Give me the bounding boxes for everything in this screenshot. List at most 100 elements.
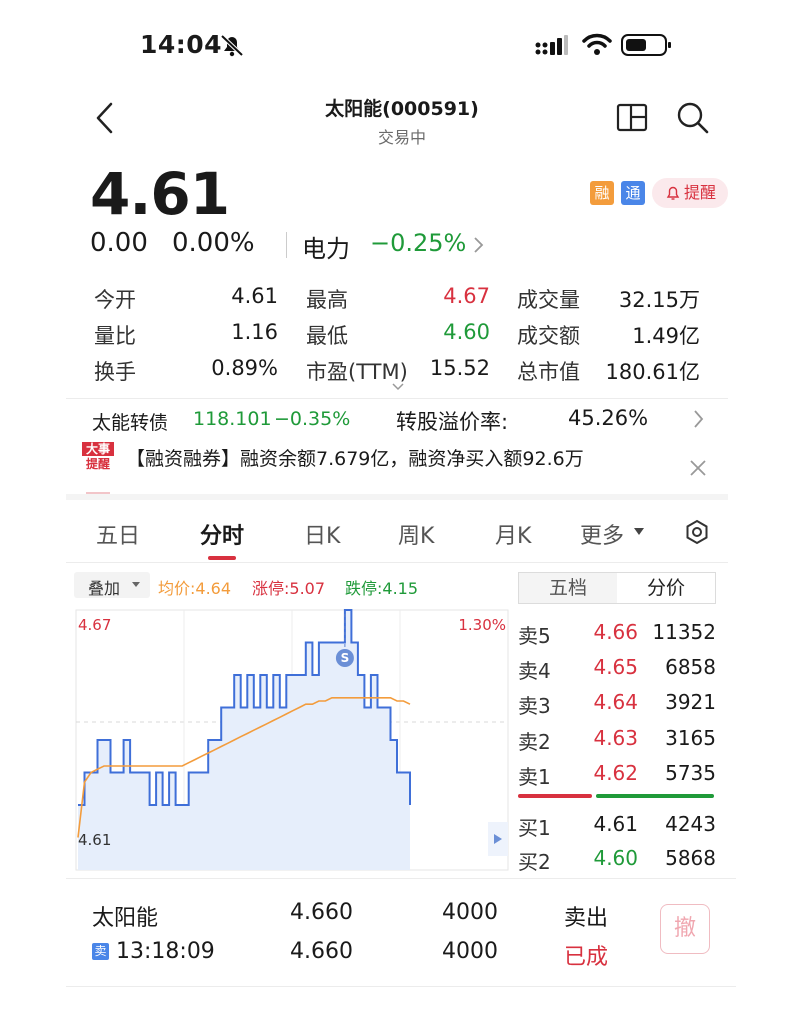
news-text: 【融资融券】融资余额7.679亿，融资净买入额92.6万	[126, 448, 584, 470]
stat-label-market-cap: 总市值	[517, 360, 580, 384]
bond-name: 太能转债	[92, 412, 169, 434]
y-label-high: 4.67	[78, 616, 111, 634]
ask-label: 卖1	[518, 765, 551, 789]
stat-value-market-cap: 180.61亿	[605, 360, 700, 384]
divider	[66, 398, 728, 399]
stat-value-low: 4.60	[443, 320, 490, 344]
signal-icon	[535, 35, 568, 55]
order-fill-qty: 4000	[442, 939, 498, 964]
stat-value-turnover-rate: 0.89%	[211, 356, 278, 380]
connect-badge: 通	[621, 181, 645, 205]
ask-label: 卖5	[518, 624, 551, 648]
remind-label: 提醒	[684, 183, 717, 202]
ask-label: 卖3	[518, 694, 551, 718]
side-tab-five-level[interactable]: 五档	[519, 573, 617, 603]
bell-icon	[666, 186, 680, 200]
ask-price: 4.65	[593, 655, 638, 679]
ask-pressure-bar	[518, 794, 592, 798]
battery-icon	[621, 34, 671, 56]
cancel-order-button[interactable]: 撤	[660, 904, 710, 954]
ask-volume: 3165	[665, 726, 716, 750]
news-tag: 大事 提醒	[82, 442, 116, 472]
ask-volume: 11352	[652, 620, 716, 644]
sector-name[interactable]: 电力	[302, 229, 350, 264]
stat-label-open: 今开	[94, 288, 136, 312]
chevron-right-icon[interactable]	[472, 236, 486, 254]
bond-premium-label: 转股溢价率:	[396, 410, 509, 434]
stat-label-low: 最低	[306, 324, 348, 348]
sector-change[interactable]: −0.25%	[370, 229, 466, 257]
divider	[66, 562, 728, 563]
stat-label-vol-ratio: 量比	[94, 324, 136, 348]
stat-label-high: 最高	[306, 288, 348, 312]
limit-down-label: 跌停:4.15	[345, 579, 419, 598]
ask-label: 卖4	[518, 659, 551, 683]
current-price: 4.61	[90, 160, 230, 228]
margin-badge: 融	[590, 181, 614, 205]
bid-pressure-bar	[596, 794, 714, 798]
stat-value-vol-ratio: 1.16	[231, 320, 278, 344]
chevron-right-icon[interactable]	[692, 409, 706, 429]
ask-volume: 3921	[665, 690, 716, 714]
tab-weekly-k[interactable]: 周K	[398, 518, 434, 550]
bid-volume: 4243	[665, 812, 716, 836]
ask-price: 4.66	[593, 620, 638, 644]
tab-intraday[interactable]: 分时	[200, 518, 244, 550]
y-label-current: 4.61	[78, 831, 111, 849]
stat-value-high: 4.67	[443, 284, 490, 308]
divider	[286, 232, 287, 258]
tab-five-day[interactable]: 五日	[96, 518, 140, 550]
news-tag-top: 大事	[82, 442, 114, 456]
tab-daily-k[interactable]: 日K	[304, 518, 340, 550]
tab-more[interactable]: 更多	[580, 518, 624, 550]
overlay-label: 叠加	[88, 579, 121, 598]
marker-label: S	[341, 651, 350, 665]
order-stock-name: 太阳能	[92, 906, 159, 931]
bid-label: 买2	[518, 850, 551, 874]
limit-up-label: 涨停:5.07	[252, 579, 326, 598]
news-tag-bottom: 提醒	[85, 457, 110, 471]
divider	[66, 878, 736, 879]
close-icon[interactable]	[688, 458, 708, 478]
expand-chevron-icon[interactable]	[391, 382, 405, 392]
y-label-pct: 1.30%	[458, 616, 506, 634]
side-tab-price-dist[interactable]: 分价	[617, 573, 715, 603]
stat-value-volume: 32.15万	[618, 288, 700, 312]
bond-premium-value: 45.26%	[568, 406, 649, 430]
stat-value-pe: 15.52	[429, 356, 490, 380]
search-icon[interactable]	[676, 101, 710, 135]
order-side-badge: 卖	[92, 943, 109, 960]
ask-volume: 6858	[665, 655, 716, 679]
stat-label-volume: 成交量	[517, 288, 580, 312]
order-fill-price: 4.660	[290, 939, 353, 964]
dropdown-triangle-icon[interactable]	[634, 528, 644, 536]
bid-volume: 5868	[665, 846, 716, 870]
bid-label: 买1	[518, 816, 551, 840]
ask-price: 4.64	[593, 690, 638, 714]
ask-price: 4.63	[593, 726, 638, 750]
avg-price-label: 均价:4.64	[158, 579, 232, 598]
intraday-chart[interactable]: S 4.67 4.61 1.30%	[74, 608, 510, 872]
trade-marker-s[interactable]: S	[335, 649, 354, 667]
order-time: 13:18:09	[116, 939, 215, 964]
split-view-icon[interactable]	[616, 102, 650, 134]
divider	[66, 986, 736, 987]
stat-label-turnover-rate: 换手	[94, 360, 136, 384]
ask-price: 4.62	[593, 761, 638, 785]
wifi-icon	[582, 33, 612, 55]
bond-price: 118.101	[193, 408, 272, 430]
bond-change: −0.35%	[274, 408, 351, 430]
stat-value-open: 4.61	[231, 284, 278, 308]
section-divider	[66, 494, 728, 500]
overlay-selector[interactable]: 叠加	[74, 572, 150, 598]
order-qty: 4000	[442, 900, 498, 925]
bid-price: 4.61	[593, 812, 638, 836]
dropdown-triangle-icon	[132, 582, 140, 587]
status-time: 14:04	[140, 30, 223, 59]
settings-icon[interactable]	[684, 519, 710, 545]
stat-label-turnover-amt: 成交额	[517, 324, 580, 348]
tab-monthly-k[interactable]: 月K	[495, 518, 531, 550]
remind-button[interactable]: 提醒	[652, 178, 728, 208]
bid-price: 4.60	[593, 846, 638, 870]
side-tabs: 五档 分价	[518, 572, 716, 604]
